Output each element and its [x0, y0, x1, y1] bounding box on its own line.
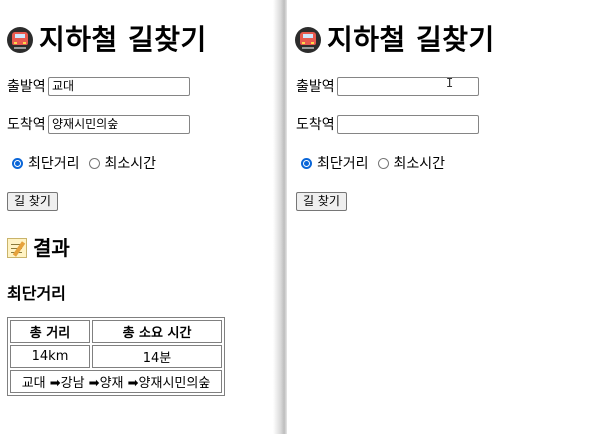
min-time-radio[interactable]: [377, 157, 389, 169]
arrival-label: 도착역: [7, 117, 46, 133]
shortest-distance-radio[interactable]: [301, 157, 312, 169]
arrival-label: 도착역: [296, 117, 335, 133]
header-total-time: 총 소요 시간: [92, 320, 222, 343]
metro-icon: [295, 27, 321, 53]
text-cursor-icon: I: [446, 76, 454, 90]
find-route-button[interactable]: 길 찾기: [7, 192, 58, 211]
header-total-distance: 총 거리: [10, 320, 90, 343]
arrival-input[interactable]: [48, 114, 190, 134]
table-header-row: 총 거리 총 소요 시간: [10, 320, 222, 343]
page-title-text: 지하철 길찾기: [39, 23, 207, 56]
memo-icon: [7, 238, 27, 258]
result-subheading: 최단거리: [7, 284, 66, 303]
departure-input[interactable]: [48, 76, 190, 96]
cell-total-time: 14분: [92, 345, 222, 368]
panel-divider: [273, 0, 287, 434]
departure-label: 출발역: [7, 79, 46, 95]
departure-input[interactable]: [337, 76, 479, 96]
table-row: 교대 ➡강남 ➡양재 ➡양재시민의숲: [10, 370, 222, 393]
find-route-button[interactable]: 길 찾기: [296, 192, 347, 211]
metro-icon: [7, 27, 33, 53]
min-time-label[interactable]: 최소시간: [394, 153, 446, 173]
shortest-distance-label[interactable]: 최단거리: [317, 153, 369, 173]
page-title: 지하철 길찾기: [7, 18, 207, 58]
route-option-group: 최단거리 최소시간: [301, 153, 454, 173]
min-time-label[interactable]: 최소시간: [105, 153, 157, 173]
result-heading: 결과: [7, 232, 70, 261]
departure-row: 출발역: [7, 76, 190, 96]
shortest-distance-label[interactable]: 최단거리: [28, 153, 80, 173]
shortest-distance-radio[interactable]: [12, 157, 23, 169]
page-title-text: 지하철 길찾기: [327, 23, 495, 56]
arrival-row: 도착역: [7, 114, 190, 134]
cell-total-distance: 14km: [10, 345, 90, 368]
right-panel: 지하철 길찾기 출발역 도착역 최단거리 최소시간 길 찾기: [288, 0, 600, 434]
result-table: 총 거리 총 소요 시간 14km 14분 교대 ➡강남 ➡양재 ➡양재시민의숲: [7, 317, 225, 396]
min-time-radio[interactable]: [88, 157, 100, 169]
table-row: 14km 14분: [10, 345, 222, 368]
result-heading-text: 결과: [33, 236, 70, 260]
left-panel: 지하철 길찾기 출발역 도착역 최단거리 최소시간 길 찾기 결과 최단거리 총…: [0, 0, 283, 434]
departure-label: 출발역: [296, 79, 335, 95]
arrival-input[interactable]: [337, 114, 479, 134]
arrival-row: 도착역: [296, 114, 479, 134]
cell-route-path: 교대 ➡강남 ➡양재 ➡양재시민의숲: [10, 370, 222, 393]
route-option-group: 최단거리 최소시간: [12, 153, 165, 173]
page-title: 지하철 길찾기: [295, 18, 495, 58]
